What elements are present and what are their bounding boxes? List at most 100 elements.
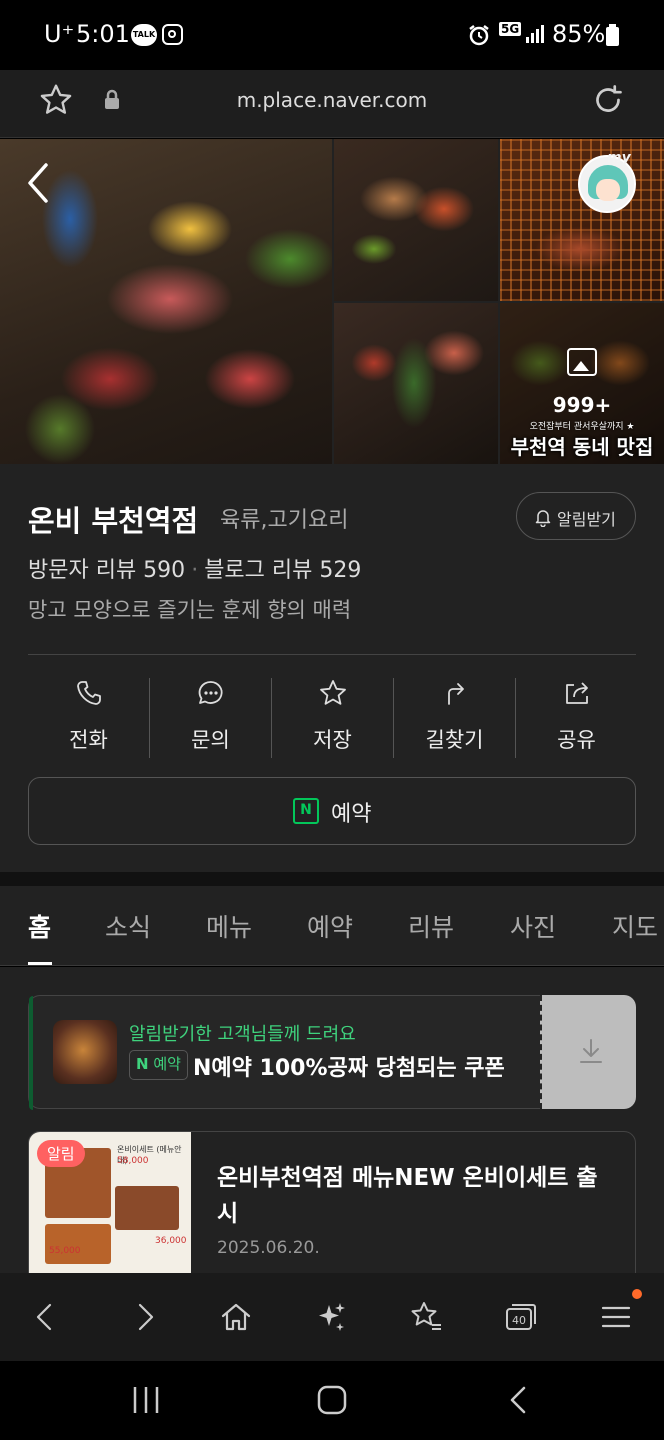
bell-icon	[535, 510, 551, 527]
directions-label: 길찾기	[425, 728, 484, 752]
blog-review-link[interactable]: 블로그 리뷰 529	[204, 558, 361, 583]
photo-thumbnail[interactable]	[500, 139, 664, 301]
tab-bar: 홈 소식 메뉴 예약 리뷰 사진 지도	[0, 886, 664, 966]
carrier-label: U⁺	[44, 20, 75, 48]
place-info: 온비 부천역점 육류,고기요리 알림받기 방문자 리뷰 590 · 블로그 리뷰 5…	[0, 464, 664, 872]
share-icon	[566, 682, 588, 704]
network-5g-icon: 5G	[499, 22, 522, 36]
url-text[interactable]: m.place.naver.com	[0, 88, 664, 112]
my-label: my	[607, 150, 631, 166]
home-icon[interactable]	[218, 1299, 254, 1335]
photo-count: 999+	[552, 393, 612, 417]
instagram-icon	[162, 24, 183, 45]
sparkle-icon[interactable]	[314, 1299, 350, 1335]
photo-caption: 부천역 동네 맛집	[510, 435, 654, 459]
tab-review[interactable]: 리뷰	[408, 908, 454, 944]
chat-icon	[198, 681, 223, 704]
news-thumbnail: 온비이세트 (메뉴안내) 58,000 55,000 36,000 알림	[29, 1132, 191, 1290]
star-icon	[320, 680, 346, 705]
call-button[interactable]: 전화	[28, 674, 149, 760]
inquiry-label: 문의	[191, 728, 230, 752]
notify-button-label: 알림받기	[557, 510, 616, 529]
coupon-card[interactable]: 알림받기한 고객님들께 드려요 N 예약 N예약 100%공짜 당첨되는 쿠폰	[28, 995, 636, 1110]
place-category: 육류,고기요리	[220, 508, 349, 533]
tab-menu[interactable]: 메뉴	[206, 908, 252, 944]
save-button[interactable]: 저장	[272, 674, 393, 760]
tab-map[interactable]: 지도	[612, 908, 658, 944]
news-card[interactable]: 온비이세트 (메뉴안내) 58,000 55,000 36,000 알림 온비부…	[28, 1131, 636, 1291]
thumb-price: 55,000	[49, 1246, 81, 1256]
avatar-face	[596, 179, 620, 201]
tabs-icon[interactable]: 40	[503, 1299, 539, 1335]
download-icon	[580, 1039, 602, 1063]
news-title: 온비부천역점 메뉴NEW 온비이세트 출시	[217, 1165, 598, 1227]
kakaotalk-icon: TALK	[131, 24, 157, 46]
naver-booking-icon: N	[293, 798, 319, 824]
status-bar: U⁺ 5:01 TALK 5G 85%	[0, 0, 664, 70]
reserve-label: 예약	[331, 802, 372, 827]
bookmarks-icon[interactable]	[408, 1299, 444, 1335]
directions-icon	[448, 683, 464, 705]
menu-icon[interactable]	[598, 1299, 634, 1335]
place-title: 온비 부천역점	[28, 504, 199, 538]
coupon-thumbnail	[53, 1020, 117, 1084]
notification-dot	[632, 1289, 642, 1299]
clock: 5:01	[76, 20, 130, 48]
browser-address-bar: m.place.naver.com	[0, 70, 664, 138]
image-icon	[567, 348, 597, 376]
home-nav-icon[interactable]	[316, 1385, 348, 1415]
battery-icon	[606, 24, 619, 46]
visitor-review-link[interactable]: 방문자 리뷰 590	[28, 558, 185, 583]
save-label: 저장	[313, 728, 352, 752]
reserve-button[interactable]: N 예약	[28, 777, 636, 845]
tab-news[interactable]: 소식	[105, 908, 151, 944]
photo-gallery[interactable]: 999+ 오전잡부터 관서우살까지 ★ 부천역 동네 맛집	[0, 139, 664, 464]
coupon-download-button[interactable]	[540, 995, 636, 1109]
notice-badge: 알림	[37, 1140, 85, 1167]
back-arrow-icon[interactable]	[22, 161, 54, 205]
battery-percent: 85%	[552, 20, 606, 48]
tab-reservation[interactable]: 예약	[307, 908, 353, 944]
share-label: 공유	[557, 728, 596, 752]
thumb-price: 36,000	[155, 1236, 187, 1246]
tab-photo[interactable]: 사진	[510, 908, 556, 944]
separator-dot: ·	[191, 558, 199, 583]
news-date: 2025.06.20.	[217, 1238, 320, 1258]
coupon-title: N예약 100%공짜 당첨되는 쿠폰	[193, 1056, 505, 1081]
coupon-body: 알림받기한 고객님들께 드려요 N 예약 N예약 100%공짜 당첨되는 쿠폰	[28, 995, 540, 1110]
call-label: 전화	[69, 728, 108, 752]
section-gap	[0, 872, 664, 886]
photo-thumbnail[interactable]	[334, 303, 498, 464]
back-nav-icon[interactable]	[504, 1385, 536, 1415]
reload-icon[interactable]	[590, 82, 626, 118]
menu-image	[115, 1186, 179, 1230]
tab-home[interactable]: 홈	[28, 908, 51, 944]
svg-text:40: 40	[512, 1314, 526, 1327]
menu-image	[45, 1224, 111, 1264]
signal-icon	[526, 25, 544, 43]
share-button[interactable]: 공유	[516, 674, 637, 760]
directions-button[interactable]: 길찾기	[394, 674, 515, 760]
photo-thumbnail[interactable]	[334, 139, 498, 301]
action-bar: 전화 문의 저장 길찾기 공유	[28, 674, 636, 760]
recent-apps-icon[interactable]	[130, 1385, 162, 1415]
forward-icon[interactable]	[126, 1299, 162, 1335]
notify-button[interactable]: 알림받기	[516, 492, 636, 540]
photo-more-thumbnail[interactable]: 999+ 오전잡부터 관서우살까지 ★ 부천역 동네 맛집	[500, 303, 664, 464]
active-tab-indicator	[28, 962, 52, 965]
review-counts: 방문자 리뷰 590 · 블로그 리뷰 529	[28, 552, 361, 584]
browser-toolbar: 40	[0, 1273, 664, 1361]
badge-text: 예약	[153, 1055, 181, 1073]
back-icon[interactable]	[28, 1299, 64, 1335]
inquiry-button[interactable]: 문의	[150, 674, 271, 760]
badge-n: N	[136, 1055, 149, 1073]
home-content: 알림받기한 고객님들께 드려요 N 예약 N예약 100%공짜 당첨되는 쿠폰 …	[0, 967, 664, 1291]
coupon-subtitle: 알림받기한 고객님들께 드려요	[129, 1024, 356, 1045]
alarm-icon	[469, 25, 489, 46]
phone-icon	[77, 681, 101, 705]
naver-booking-badge: N 예약	[129, 1050, 188, 1080]
coupon-accent-bar	[29, 996, 33, 1110]
divider	[28, 654, 636, 655]
place-description: 망고 모양으로 즐기는 훈제 향의 매력	[28, 598, 352, 622]
thumb-price: 58,000	[117, 1156, 149, 1166]
